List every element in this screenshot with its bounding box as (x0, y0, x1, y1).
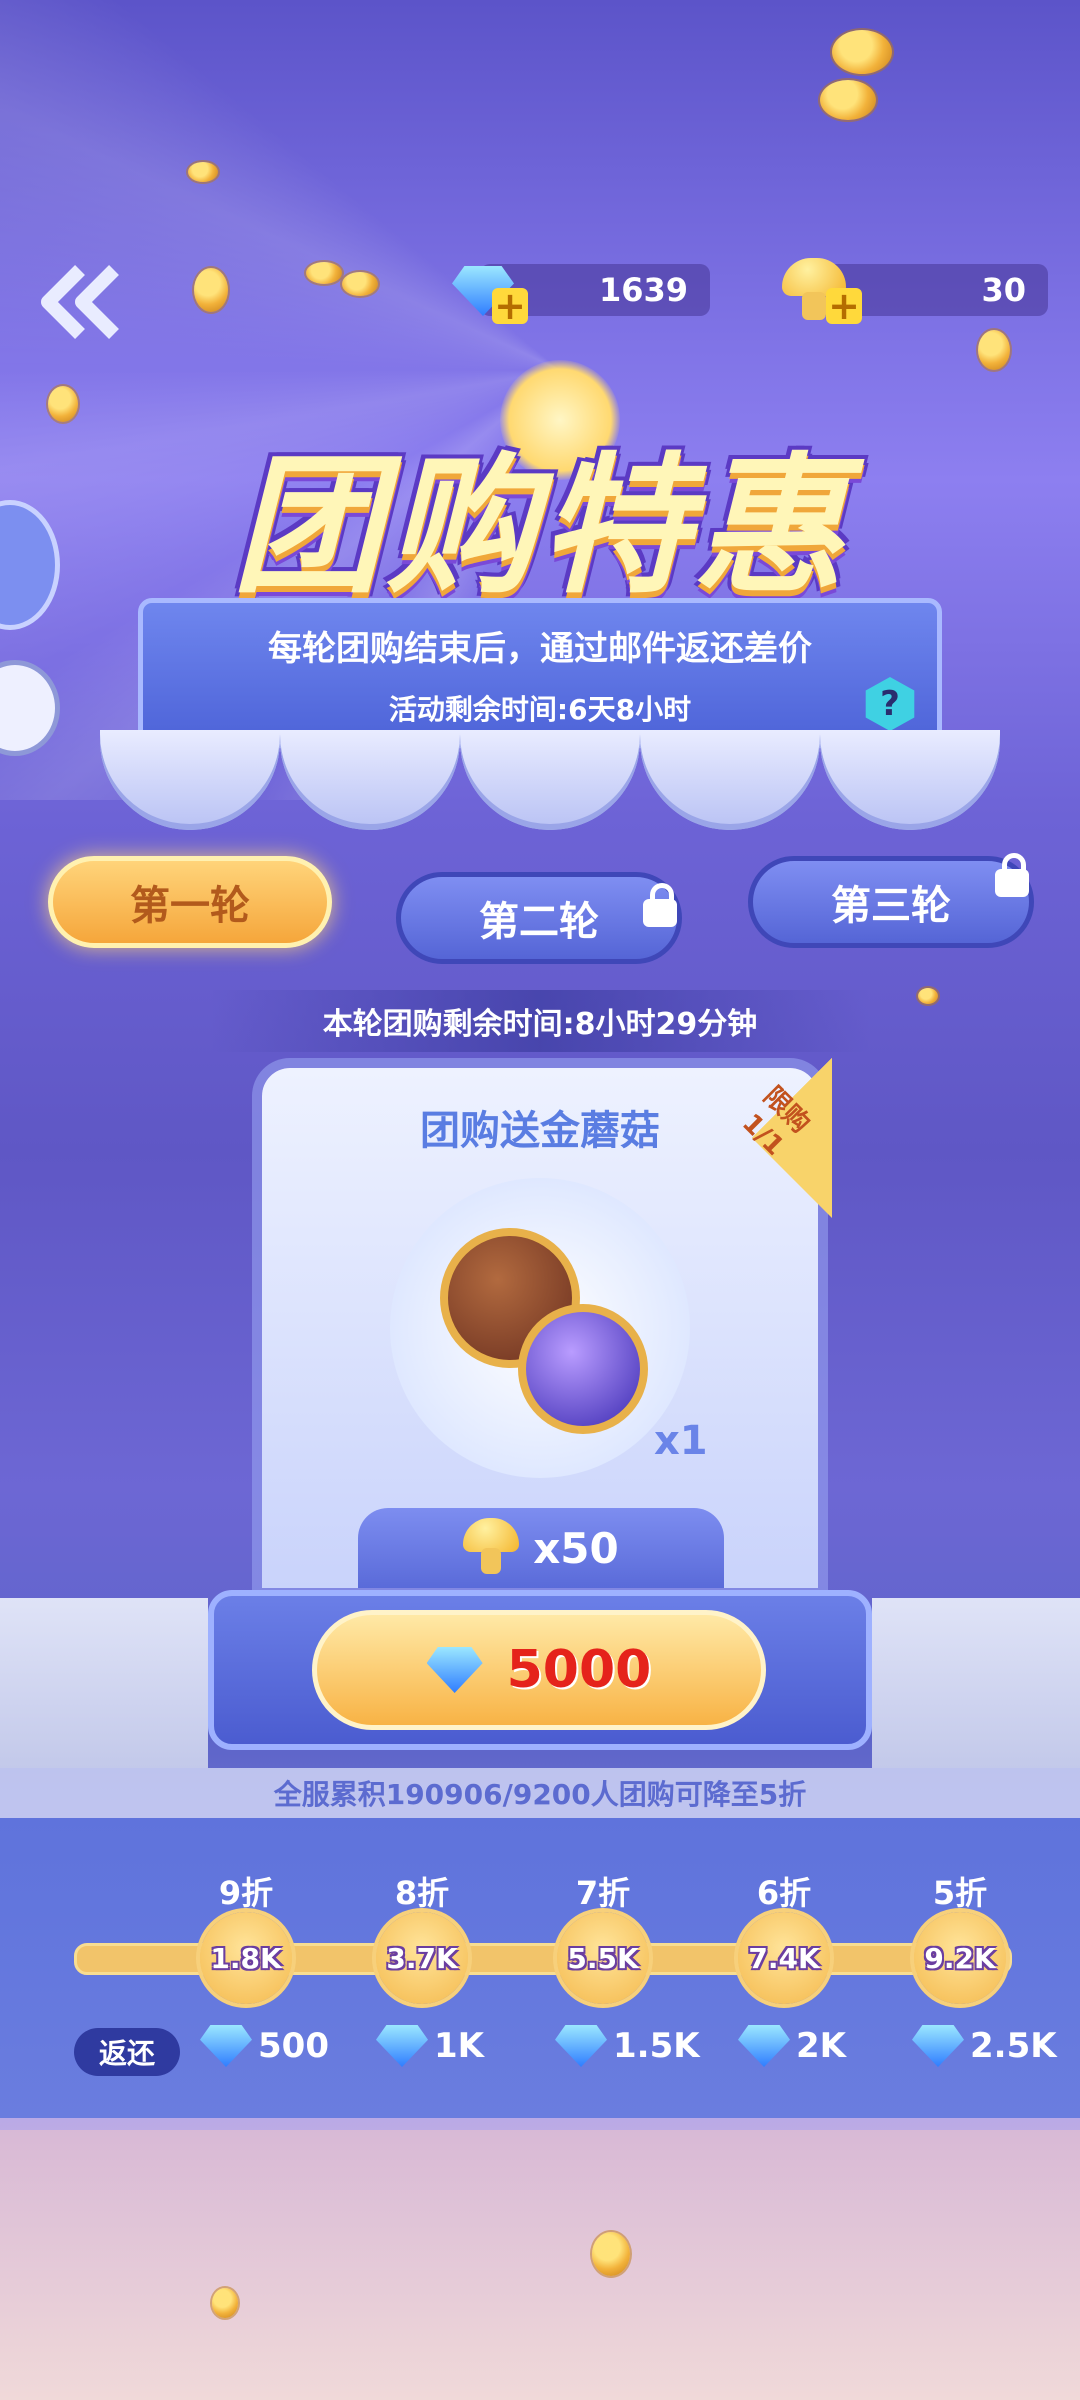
buy-button[interactable]: 5000 (312, 1610, 766, 1730)
tier-refund-4: 2K (738, 2025, 846, 2067)
lock-icon (643, 883, 677, 927)
coin-decor (342, 272, 378, 296)
double-chevron-left-icon (41, 265, 119, 339)
diamond-count: 1639 (598, 271, 688, 309)
round-remaining-bar: 本轮团购剩余时间:8小时29分钟 (210, 990, 870, 1052)
page-title: 团购特惠 (231, 440, 848, 614)
tab-round-1-label: 第一轮 (130, 883, 250, 929)
tier-threshold-5: 9.2K (914, 1912, 1006, 2004)
floor-decor (0, 2130, 1080, 2400)
group-summary: 全服累积190906/9200人团购可降至5折 (273, 1778, 807, 1811)
offer-card: 团购送金蘑菇 限购 1/1 x1 x50 (262, 1058, 832, 1588)
coin-decor (48, 386, 78, 422)
back-button[interactable] (32, 262, 128, 342)
tier-discount-2: 8折 (394, 1874, 450, 1912)
refund-label-badge: 返还 (74, 2028, 180, 2076)
stage-floor-right (872, 1598, 1080, 1768)
tier-refund-5-value: 2.5K (970, 2026, 1057, 2066)
coin-decor (194, 268, 228, 312)
tier-discount-3: 7折 (575, 1874, 631, 1912)
tier-refund-1: 500 (200, 2025, 329, 2067)
diamond-icon (200, 2025, 252, 2067)
diamond-icon (426, 1647, 483, 1693)
activity-remaining-time: 活动剩余时间:6天8小时 (388, 693, 692, 726)
info-panel: 每轮团购结束后，通过邮件返还差价 活动剩余时间:6天8小时 ? (138, 598, 942, 748)
tab-round-3-label: 第三轮 (831, 883, 951, 929)
buy-price: 5000 (506, 1640, 652, 1700)
group-summary-bar: 全服累积190906/9200人团购可降至5折 (0, 1768, 1080, 1818)
tier-threshold-3: 5.5K (557, 1912, 649, 2004)
coin-decor (306, 262, 342, 284)
diamond-icon (376, 2025, 428, 2067)
add-mushroom-button[interactable]: + (826, 284, 862, 328)
tier-refund-3: 1.5K (555, 2025, 700, 2067)
mushroom-icon (463, 1518, 520, 1578)
tier-refund-2-value: 1K (434, 2026, 485, 2066)
coin-decor (978, 330, 1010, 370)
tier-refund-3-value: 1.5K (613, 2026, 700, 2066)
help-icon: ? (880, 684, 900, 724)
tier-refund-2: 1K (376, 2025, 484, 2067)
add-diamond-button[interactable]: + (492, 284, 528, 328)
round-remaining-time: 本轮团购剩余时间:8小时29分钟 (322, 1007, 758, 1042)
awning-scallop (100, 730, 280, 830)
diamond-icon (912, 2025, 964, 2067)
tier-threshold-4: 7.4K (738, 1912, 830, 2004)
tier-threshold-2: 3.7K (376, 1912, 468, 2004)
tier-refund-1-value: 500 (258, 2026, 329, 2066)
tier-refund-5: 2.5K (912, 2025, 1057, 2067)
tab-round-1[interactable]: 第一轮 (48, 856, 332, 948)
mushroom-bonus-bar: x50 (358, 1508, 724, 1588)
item-quantity: x1 (654, 1418, 708, 1464)
diamond-icon (738, 2025, 790, 2067)
tab-round-2[interactable]: 第二轮 (396, 872, 682, 964)
coin-decor (918, 988, 938, 1004)
awning-scallop (640, 730, 820, 830)
awning-scallop (280, 730, 460, 830)
tab-round-3[interactable]: 第三轮 (748, 853, 1034, 948)
coin-decor (212, 2288, 238, 2318)
mushroom-bonus: x50 (533, 1523, 619, 1573)
tier-discount-4: 6折 (756, 1874, 812, 1912)
tier-discount-1: 9折 (218, 1874, 274, 1912)
coin-decor (820, 80, 876, 120)
stage-floor-left (0, 1598, 208, 1768)
coin-decor (188, 162, 218, 182)
awning-scallop (820, 730, 1000, 830)
lock-icon (995, 853, 1029, 897)
awning-scallop (460, 730, 640, 830)
tab-round-2-label: 第二轮 (479, 899, 599, 945)
diamond-icon (555, 2025, 607, 2067)
refund-label: 返还 (98, 2037, 155, 2070)
mushroom-count: 30 (981, 271, 1026, 309)
tier-discount-5: 5折 (932, 1874, 988, 1912)
coin-decor (592, 2232, 630, 2276)
tier-threshold-1: 1.8K (200, 1912, 292, 2004)
tier-refund-4-value: 2K (796, 2026, 847, 2066)
info-subtitle: 每轮团购结束后，通过邮件返还差价 (268, 629, 812, 669)
lightning-orb-icon (518, 1304, 648, 1434)
coin-decor (832, 30, 892, 74)
